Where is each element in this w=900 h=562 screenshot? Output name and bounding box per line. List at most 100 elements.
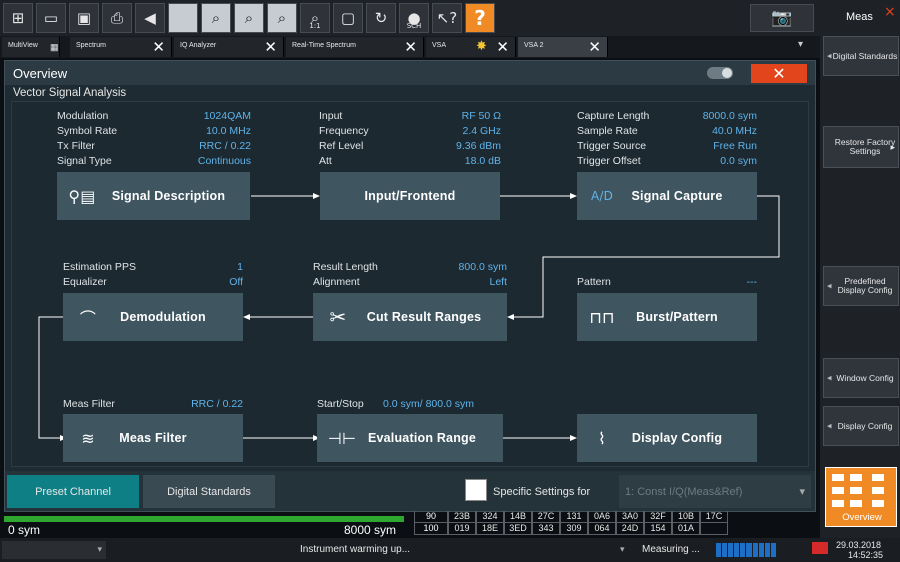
frequency-value: 2.4 GHz — [462, 125, 501, 137]
tab-multiview[interactable]: MultiView ▦ — [2, 37, 60, 57]
signal-type-value: Continuous — [197, 155, 251, 167]
burst-pattern-block[interactable]: ⊓⊓ Burst/Pattern — [577, 293, 757, 341]
specific-settings-checkbox[interactable] — [465, 479, 487, 501]
refresh-icon[interactable]: ↻ — [366, 3, 396, 33]
network-icon — [812, 542, 828, 554]
input-frontend-block[interactable]: Input/Frontend — [320, 172, 500, 220]
estimation-pps-label: Estimation PPS — [63, 261, 136, 273]
specific-settings-select[interactable]: 1: Const I/Q(Meas&Ref) ▾ — [619, 475, 811, 508]
status-message: Instrument warming up... — [300, 544, 411, 555]
table-cell: 324 — [476, 511, 504, 523]
measuring-progress-bar — [716, 543, 776, 557]
table-cell: 24D — [616, 523, 644, 535]
display-config-block[interactable]: ⌇ Display Config — [577, 414, 757, 462]
button-label: Window Config — [836, 372, 894, 383]
window-config-button[interactable]: ◂ Window Config — [823, 358, 899, 398]
cut-result-ranges-block[interactable]: ✂ Cut Result Ranges — [313, 293, 507, 341]
tab-label: MultiView — [8, 42, 38, 49]
arrow-right-icon: ▸ — [890, 141, 895, 152]
block-label: Meas Filter — [119, 431, 187, 445]
close-icon[interactable]: ✕ — [588, 38, 601, 56]
digital-standards-button[interactable]: ◂ Digital Standards — [823, 36, 899, 76]
tab-vsa[interactable]: VSA ✸ ✕ — [426, 37, 516, 57]
signal-capture-block[interactable]: A/D Signal Capture — [577, 172, 757, 220]
capture-bar — [4, 516, 404, 522]
preset-channel-button[interactable]: Preset Channel — [7, 475, 139, 508]
tab-real-time-spectrum[interactable]: Real-Time Spectrum ✕ — [286, 37, 424, 57]
restore-factory-settings-button[interactable]: Restore Factory Settings ▸ — [823, 126, 899, 168]
digital-standards-button[interactable]: Digital Standards — [143, 475, 275, 508]
symbol-rate-value: 10.0 MHz — [206, 125, 251, 137]
fullscreen-icon[interactable]: ▢ — [333, 3, 363, 33]
sch-label: SCH — [406, 22, 422, 30]
help-icon[interactable]: ? — [465, 3, 495, 33]
table-cell: 27C — [532, 511, 560, 523]
close-icon[interactable]: ✕ — [404, 38, 417, 56]
demodulation-block[interactable]: ⌒ Demodulation — [63, 293, 243, 341]
close-icon[interactable]: ✕ — [152, 38, 165, 56]
predefined-display-config-button[interactable]: ◂ Predefined Display Config — [823, 266, 899, 306]
zoom-1-1-icon[interactable]: ⌕ 1:1 — [300, 3, 330, 33]
meas-filter-block[interactable]: ≋ Meas Filter — [63, 414, 243, 462]
equalizer-value: Off — [229, 276, 243, 288]
trigger-offset-label: Trigger Offset — [577, 155, 641, 167]
pattern-value: --- — [746, 276, 758, 288]
tab-spectrum[interactable]: Spectrum ✕ — [70, 37, 172, 57]
trigger-source-label: Trigger Source — [577, 140, 647, 152]
close-icon[interactable]: ✕ — [496, 38, 509, 56]
zoom-icon[interactable]: ⌕ — [201, 3, 231, 33]
arrow-left-icon: ◂ — [827, 280, 832, 291]
help-pointer-icon[interactable]: ↖? — [432, 3, 462, 33]
range-end-value: 8000 sym — [344, 523, 397, 537]
evaluation-range-block[interactable]: ⊣⊢ Evaluation Range — [317, 414, 503, 462]
overview-button[interactable]: Overview — [825, 467, 897, 527]
panel-close-icon[interactable]: × — [884, 4, 896, 20]
alignment-label: Alignment — [313, 276, 360, 288]
tab-bar: MultiView ▦ Spectrum ✕ IQ Analyzer ✕ Real-T… — [0, 36, 820, 58]
trigger-offset-value: 0.0 sym — [720, 155, 757, 167]
tx-filter-value: RRC / 0.22 — [199, 140, 251, 152]
tab-vsa-2[interactable]: VSA 2 ✕ — [518, 37, 608, 57]
undo-icon[interactable]: ◀ — [135, 3, 165, 33]
table-cell: 019 — [448, 523, 476, 535]
tab-iq-analyzer[interactable]: IQ Analyzer ✕ — [174, 37, 284, 57]
ad-converter-icon: A/D — [590, 189, 614, 203]
print-icon[interactable]: ⎙ — [102, 3, 132, 33]
date-label: 29.03.2018 — [836, 540, 882, 550]
result-length-value: 800.0 sym — [458, 261, 507, 273]
signal-type-label: Signal Type — [57, 155, 112, 167]
save-icon[interactable]: ▣ — [69, 3, 99, 33]
meas-filter-label: Meas Filter — [63, 398, 115, 410]
ref-level-label: Ref Level — [319, 140, 364, 152]
button-label: Digital Standards — [832, 50, 898, 61]
camera-icon[interactable]: 📷 — [750, 4, 814, 32]
chevron-down-icon: ▾ — [97, 544, 102, 554]
tab-label: Spectrum — [76, 42, 106, 49]
open-icon[interactable]: ▭ — [36, 3, 66, 33]
close-icon[interactable]: ✕ — [264, 38, 277, 56]
block-label: Demodulation — [120, 310, 206, 324]
button-label: Display Config — [837, 420, 893, 431]
table-cell: 131 — [560, 511, 588, 523]
blank-button[interactable] — [168, 3, 198, 33]
table-cell: 10B — [672, 511, 700, 523]
toolbar: ⊞ ▭ ▣ ⎙ ◀ ⌕ ⌕ ⌕ ⌕ 1:1 ▢ ↻ ● SCH ↖? ? 📷 — [0, 0, 820, 36]
table-row: 90 23B 324 14B 27C 131 0A6 3A0 32F 10B 1… — [414, 511, 806, 523]
dialog-bottom-bar: Preset Channel Digital Standards Specifi… — [5, 471, 815, 511]
sch-icon[interactable]: ● SCH — [399, 3, 429, 33]
windows-icon[interactable]: ⊞ — [3, 3, 33, 33]
status-dropdown[interactable]: ▾ — [2, 541, 106, 559]
arrow-left-icon: ◂ — [827, 50, 832, 61]
multi-zoom-icon[interactable]: ⌕ — [234, 3, 264, 33]
tab-label: VSA 2 — [524, 42, 544, 49]
table-cell: 17C — [700, 511, 728, 523]
equalizer-label: Equalizer — [63, 276, 107, 288]
zoom-window-icon[interactable]: ⌕ — [267, 3, 297, 33]
chevron-down-icon[interactable]: ▾ — [620, 544, 625, 555]
display-config-button[interactable]: ◂ Display Config — [823, 406, 899, 446]
capture-length-label: Capture Length — [577, 110, 650, 122]
sample-rate-label: Sample Rate — [577, 125, 638, 137]
table-cell: 3ED — [504, 523, 532, 535]
signal-description-block[interactable]: ⚲▤ Signal Description — [57, 172, 250, 220]
tab-dropdown-icon[interactable]: ▾ — [798, 39, 803, 50]
